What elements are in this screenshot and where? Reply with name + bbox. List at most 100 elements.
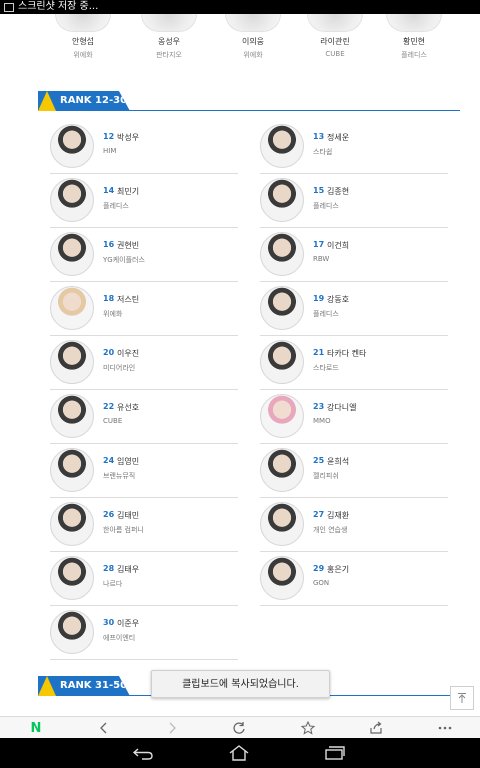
rank-section-header: RANK 12-30 [38, 91, 460, 111]
trainee-card[interactable]: 28 김태우 나르다 [50, 552, 238, 606]
avatar [141, 14, 197, 32]
trainee-card[interactable]: 24 임영민 브랜뉴뮤직 [50, 444, 238, 498]
trainee-card[interactable]: 13 정세운 스타쉽 [260, 120, 448, 174]
avatar [260, 502, 304, 546]
trainee-rank: 25 [313, 456, 325, 465]
browser-toolbar: N [0, 716, 480, 738]
trainee-rank: 16 [103, 240, 115, 249]
trainee-name: 김태민 [117, 511, 140, 520]
trainee-agency: 판타지오 [156, 51, 182, 59]
naver-logo-icon: N [30, 720, 42, 736]
trainee-agency: HIM [103, 147, 117, 155]
back-icon [100, 722, 107, 734]
section-divider [126, 110, 460, 111]
more-icon [438, 726, 452, 730]
trainee-agency: 에프이엔티 [103, 634, 136, 642]
trainee-card[interactable]: 23 강다니엘 MMO [260, 390, 448, 444]
avatar [386, 14, 442, 32]
naver-logo-button[interactable]: N [28, 720, 44, 736]
nav-home-button[interactable] [227, 745, 251, 761]
trainee-name: 정세운 [327, 133, 350, 142]
star-icon [301, 721, 315, 735]
refresh-button[interactable] [231, 720, 247, 736]
avatar [225, 14, 281, 32]
trainee-agency: 위에화 [73, 51, 93, 59]
trainee-card[interactable]: 26 김태민 한아름 컴퍼니 [50, 498, 238, 552]
trainee-agency: 젤리피쉬 [313, 472, 339, 480]
trainee-name: 이우진 [117, 349, 140, 358]
trainee-name: 강동호 [327, 295, 350, 304]
top-trainee-card[interactable]: 황민현 플레디스 [369, 14, 459, 60]
share-icon [370, 721, 382, 734]
nav-recents-button[interactable] [323, 745, 347, 761]
back-button[interactable] [96, 720, 112, 736]
bookmark-button[interactable] [300, 720, 316, 736]
trainee-card[interactable]: 29 홍은기 GON [260, 552, 448, 606]
trainee-agency: RBW [313, 255, 330, 263]
trainee-card[interactable]: 16 권현빈 YG케이플러스 [50, 228, 238, 282]
trainee-card[interactable]: 20 이우진 미디어라인 [50, 336, 238, 390]
trainee-name: 윤희석 [327, 457, 350, 466]
trainee-name: 타카다 켄타 [327, 349, 367, 358]
avatar [50, 394, 94, 438]
trainee-name: 최민기 [117, 187, 140, 196]
trainee-name: 강다니엘 [327, 403, 357, 412]
trainee-card[interactable]: 22 유선호 CUBE [50, 390, 238, 444]
share-button[interactable] [368, 720, 384, 736]
trainee-card[interactable]: 25 윤희석 젤리피쉬 [260, 444, 448, 498]
trainee-rank: 23 [313, 402, 325, 411]
trainee-name: 저스틴 [117, 295, 140, 304]
trainee-agency: 미디어라인 [103, 364, 136, 372]
more-button[interactable] [437, 720, 453, 736]
trainee-agency: 플레디스 [103, 202, 129, 210]
top-trainee-card[interactable]: 이의웅 위에화 [208, 14, 298, 60]
trainee-agency: 한아름 컴퍼니 [103, 526, 144, 534]
forward-button[interactable] [164, 720, 180, 736]
trainee-name: 안형섭 [71, 37, 95, 46]
avatar [260, 286, 304, 330]
avatar [260, 448, 304, 492]
trainee-card[interactable]: 27 김재환 개인 연습생 [260, 498, 448, 552]
top-trainee-card[interactable]: 라이관린 CUBE [290, 14, 380, 58]
avatar [50, 502, 94, 546]
status-text: 스크린샷 저장 중... [18, 1, 99, 12]
trainee-name: 박성우 [117, 133, 140, 142]
trainee-agency: 스타로드 [313, 364, 339, 372]
scroll-to-top-button[interactable] [450, 686, 474, 710]
trainee-card[interactable]: 17 이건희 RBW [260, 228, 448, 282]
trainee-rank: 29 [313, 564, 325, 573]
avatar [50, 556, 94, 600]
trainee-agency: 플레디스 [313, 202, 339, 210]
trainee-name: 이의웅 [241, 37, 265, 46]
trainee-rank: 24 [103, 456, 115, 465]
trainee-agency: 위에화 [243, 51, 263, 59]
trainee-name: 이건희 [327, 241, 350, 250]
avatar [260, 340, 304, 384]
trainee-name: 홍은기 [327, 565, 350, 574]
web-page[interactable]: 안형섭 위에화 옹성우 판타지오 이의웅 위에화 라이관린 CUBE 황민현 플… [0, 14, 480, 716]
trainee-rank: 20 [103, 348, 115, 357]
trainee-rank: 18 [103, 294, 115, 303]
top-trainee-card[interactable]: 안형섭 위에화 [38, 14, 128, 60]
trainee-rank: 22 [103, 402, 115, 411]
back-icon [132, 748, 153, 760]
trainee-card[interactable]: 14 최민기 플레디스 [50, 174, 238, 228]
trainee-rank: 30 [103, 618, 115, 627]
forward-icon [169, 722, 176, 734]
nav-back-button[interactable] [131, 745, 155, 761]
trainee-card[interactable]: 15 김종현 플레디스 [260, 174, 448, 228]
top-trainee-card[interactable]: 옹성우 판타지오 [124, 14, 214, 60]
trainee-card[interactable]: 21 타카다 켄타 스타로드 [260, 336, 448, 390]
trainee-rank: 26 [103, 510, 115, 519]
avatar [50, 448, 94, 492]
trainee-card[interactable]: 18 저스틴 위에화 [50, 282, 238, 336]
trainee-card[interactable]: 12 박성우 HIM [50, 120, 238, 174]
trainee-card[interactable]: 30 이준우 에프이엔티 [50, 606, 238, 660]
trainee-agency: CUBE [325, 50, 345, 58]
trainee-rank: 19 [313, 294, 325, 303]
clipboard-toast: 클립보드에 복사되었습니다. [151, 670, 330, 698]
avatar [50, 340, 94, 384]
arrow-up-icon [458, 693, 466, 703]
trainee-agency: CUBE [103, 417, 123, 425]
trainee-card[interactable]: 19 강동호 플레디스 [260, 282, 448, 336]
